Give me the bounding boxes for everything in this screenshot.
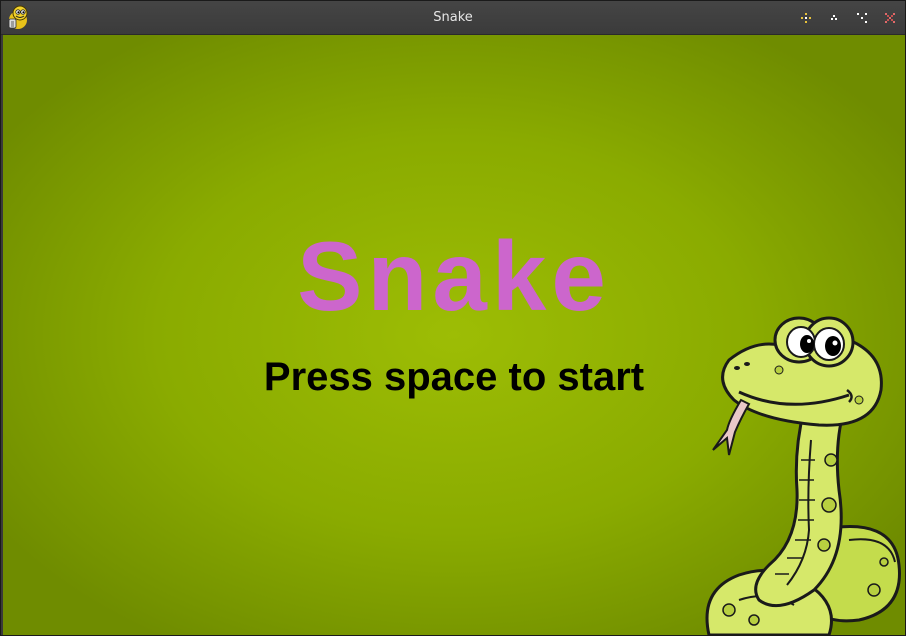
app-window: Snake Snake Press space to start xyxy=(0,0,906,636)
minimize-icon[interactable] xyxy=(799,11,813,25)
shade-icon[interactable] xyxy=(827,11,841,25)
cartoon-snake-image xyxy=(705,316,901,635)
window-controls xyxy=(799,11,897,25)
window-title: Snake xyxy=(433,10,473,25)
close-icon[interactable] xyxy=(883,11,897,25)
maximize-icon[interactable] xyxy=(855,11,869,25)
game-canvas[interactable]: Snake Press space to start xyxy=(3,35,905,635)
title-bar[interactable]: Snake xyxy=(1,1,905,35)
